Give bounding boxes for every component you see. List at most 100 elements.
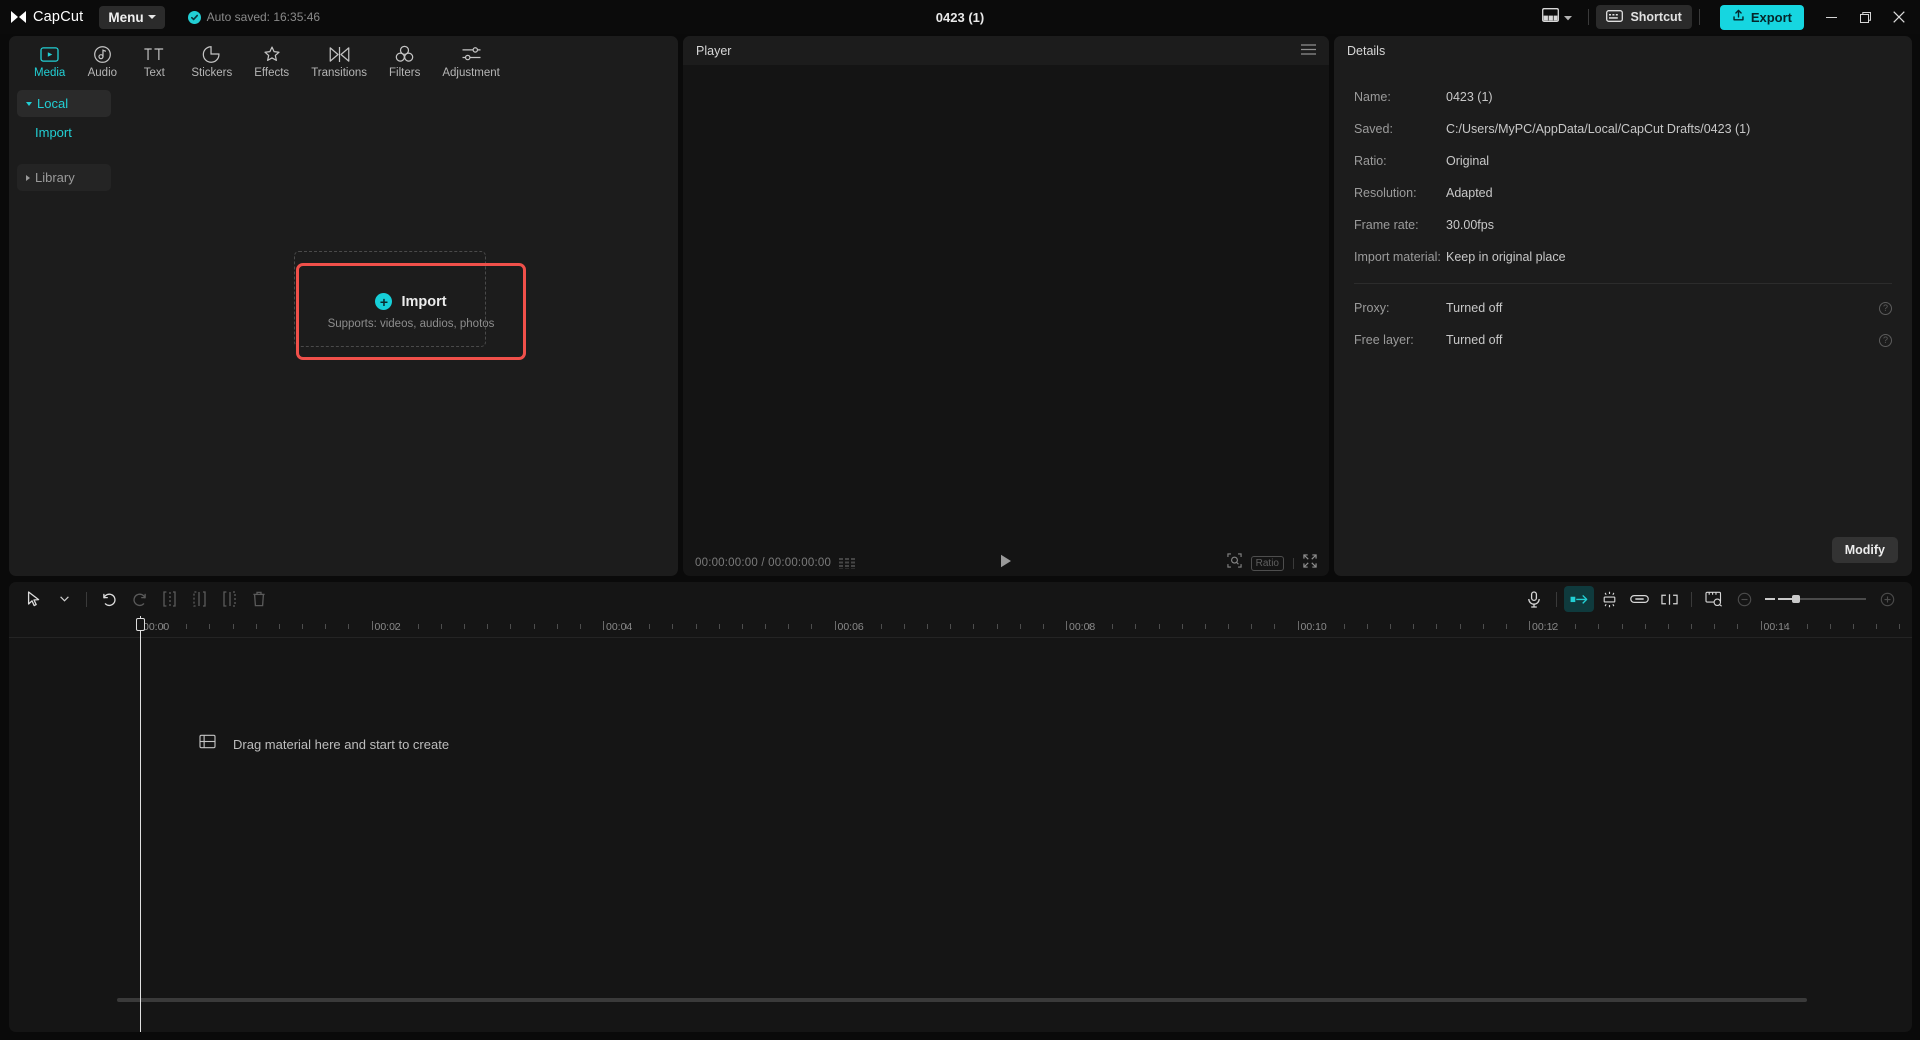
timecode-format-icon[interactable]: [839, 558, 855, 569]
timeline-canvas[interactable]: Drag material here and start to create: [9, 638, 1912, 1008]
autosave-status: Auto saved: 16:35:46: [188, 10, 320, 24]
filters-icon: [394, 44, 415, 64]
check-circle-icon: [188, 11, 201, 24]
trim-left-button[interactable]: [184, 586, 214, 612]
import-button[interactable]: + Import Supports: videos, audios, photo…: [296, 263, 526, 360]
ratio-button[interactable]: Ratio: [1251, 556, 1284, 571]
redo-button[interactable]: [124, 586, 154, 612]
minimize-button[interactable]: [1814, 0, 1848, 34]
ruler-tick-minor: [1436, 624, 1437, 629]
modify-button[interactable]: Modify: [1832, 537, 1898, 563]
playhead-grip[interactable]: [136, 618, 145, 631]
ruler-tick-major: [835, 621, 836, 630]
tab-transitions[interactable]: Transitions: [300, 40, 378, 79]
window-controls: [1814, 0, 1916, 34]
autosave-text: Auto saved: 16:35:46: [207, 10, 320, 24]
details-header: Details: [1334, 36, 1912, 65]
zoom-slider[interactable]: [1765, 598, 1866, 600]
tab-audio[interactable]: Audio: [76, 40, 128, 79]
ruler-tick-minor: [950, 624, 951, 629]
ruler-tick-minor: [279, 624, 280, 629]
split-button[interactable]: [154, 586, 184, 612]
maximize-button[interactable]: [1848, 0, 1882, 34]
help-icon[interactable]: ?: [1879, 334, 1892, 347]
slider-track[interactable]: [1778, 598, 1866, 600]
media-sidebar: Local Import Library: [9, 82, 119, 576]
ruler-tick-minor: [696, 624, 697, 629]
ruler-tick-minor: [904, 624, 905, 629]
details-row-resolution: Resolution: Adapted: [1354, 177, 1892, 209]
ruler-tick-minor: [464, 624, 465, 629]
help-icon[interactable]: ?: [1879, 302, 1892, 315]
text-icon: [143, 44, 165, 64]
ruler-tick-minor: [811, 624, 812, 629]
ruler-tick-minor: [1159, 624, 1160, 629]
ruler-tick-minor: [1020, 624, 1021, 629]
trim-right-button[interactable]: [214, 586, 244, 612]
delete-button[interactable]: [244, 586, 274, 612]
hamburger-icon[interactable]: [1301, 44, 1316, 58]
details-row-framerate: Frame rate: 30.00fps: [1354, 209, 1892, 241]
tab-adjustment[interactable]: Adjustment: [431, 40, 511, 79]
shortcut-button[interactable]: Shortcut: [1596, 5, 1691, 29]
media-body: Local Import Library + Import Suppo: [9, 82, 678, 576]
zoom-in-button[interactable]: [1872, 586, 1902, 612]
tab-text[interactable]: Text: [128, 40, 180, 79]
details-row-import-material: Import material: Keep in original place: [1354, 241, 1892, 273]
import-label: Import: [401, 294, 446, 310]
cursor-tool[interactable]: [19, 586, 49, 612]
preview-ruler-button[interactable]: [1699, 586, 1729, 612]
keyboard-icon: [1606, 10, 1623, 25]
tab-label: Media: [34, 67, 65, 79]
divider: [1588, 9, 1589, 25]
ruler-tick-major: [1529, 621, 1530, 630]
details-value: 30.00fps: [1446, 218, 1494, 232]
close-button[interactable]: [1882, 0, 1916, 34]
timeline-scrollbar[interactable]: [117, 998, 1807, 1002]
tab-filters[interactable]: Filters: [378, 40, 431, 79]
menu-button[interactable]: Menu: [99, 6, 164, 29]
details-key: Ratio:: [1354, 154, 1446, 168]
divider: [1556, 592, 1557, 607]
sidebar-item-library[interactable]: Library: [17, 164, 111, 191]
tab-media[interactable]: Media: [23, 40, 76, 79]
divider: [1354, 283, 1892, 284]
play-button[interactable]: [1000, 554, 1012, 573]
ruler-tick-minor: [325, 624, 326, 629]
layout-button[interactable]: [1533, 3, 1581, 31]
details-title: Details: [1347, 44, 1385, 58]
sidebar-item-label: Library: [35, 170, 75, 185]
details-key: Saved:: [1354, 122, 1446, 136]
timeline-ruler[interactable]: 00:0000:0200:0400:0600:0800:1000:1200:14: [9, 616, 1912, 638]
tab-label: Text: [144, 67, 165, 79]
export-button[interactable]: Export: [1720, 5, 1804, 30]
divider: [1293, 558, 1294, 569]
tab-effects[interactable]: Effects: [243, 40, 300, 79]
playhead[interactable]: [140, 616, 141, 1032]
link-button[interactable]: [1624, 586, 1654, 612]
cursor-dropdown[interactable]: [49, 586, 79, 612]
details-key: Resolution:: [1354, 186, 1446, 200]
undo-button[interactable]: [94, 586, 124, 612]
mirror-split-button[interactable]: [1654, 586, 1684, 612]
fullscreen-icon[interactable]: [1303, 554, 1317, 573]
ruler-tick-minor: [1830, 624, 1831, 629]
auto-fit-button[interactable]: [1594, 586, 1624, 612]
titlebar-right-controls: Shortcut Export: [1533, 0, 1920, 34]
sidebar-item-local[interactable]: Local: [17, 90, 111, 117]
record-voiceover-button[interactable]: [1519, 586, 1549, 612]
sidebar-item-label: Local: [37, 96, 68, 111]
ruler-tick-minor: [1321, 624, 1322, 629]
player-stage[interactable]: [683, 65, 1329, 550]
slider-knob[interactable]: [1792, 595, 1800, 603]
ruler-tick-minor: [1390, 624, 1391, 629]
tab-stickers[interactable]: Stickers: [180, 40, 243, 79]
sidebar-item-import[interactable]: Import: [17, 119, 111, 146]
zoom-out-button[interactable]: [1729, 586, 1759, 612]
capcut-window: CapCut Menu Auto saved: 16:35:46 0423 (1…: [0, 0, 1920, 1040]
ruler-tick-minor: [348, 624, 349, 629]
ruler-tick-minor: [1575, 624, 1576, 629]
ruler-tick-minor: [1367, 624, 1368, 629]
snap-toggle[interactable]: [1564, 586, 1594, 612]
zoom-scale-icon[interactable]: [1227, 553, 1242, 573]
